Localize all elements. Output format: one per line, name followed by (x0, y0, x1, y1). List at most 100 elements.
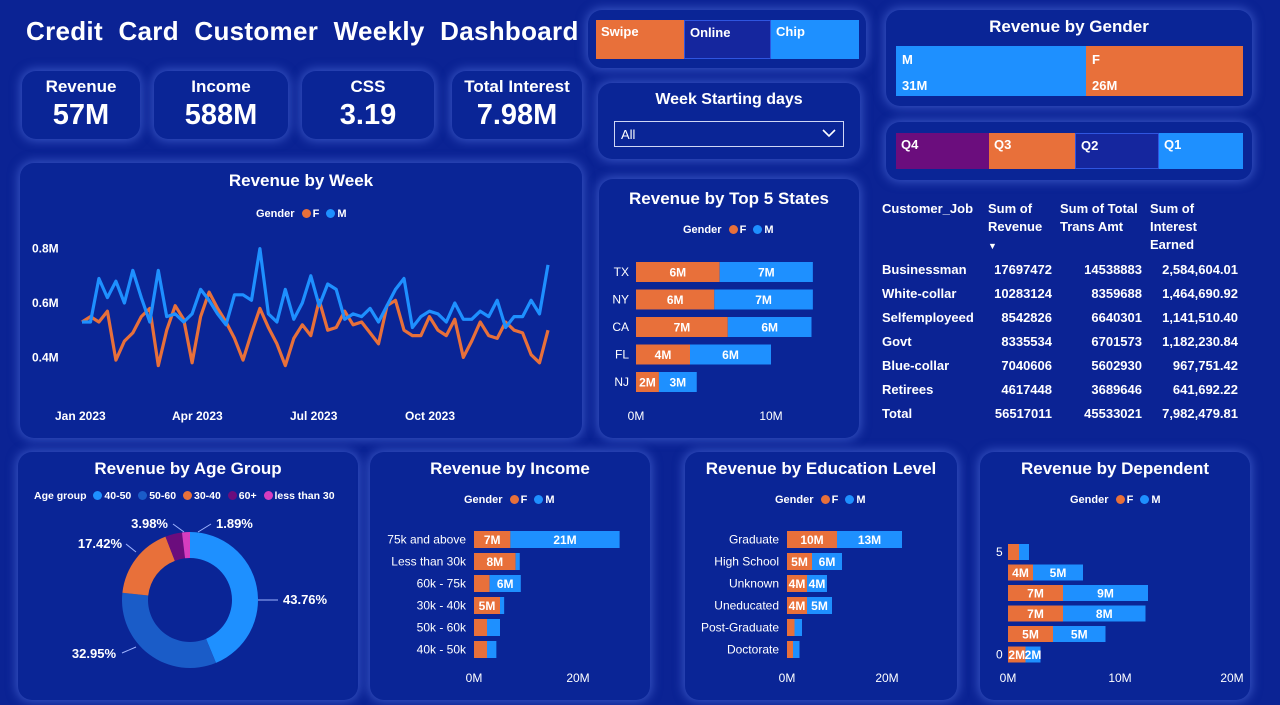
x-tick-label: 10M (1108, 671, 1131, 685)
data-label: 7M (755, 293, 772, 307)
category-label: High School (714, 555, 779, 569)
data-label: 7M (484, 533, 501, 547)
data-label: 10M (800, 533, 823, 547)
bar-m (794, 619, 802, 636)
x-tick-label: 0M (628, 409, 645, 423)
gender-segment-f[interactable]: F 26M (1086, 46, 1243, 96)
data-label: 5M (791, 555, 808, 569)
table-row[interactable]: White-collar 10283124 8359688 1,464,690.92 (878, 281, 1242, 305)
col-header-interest[interactable]: Sum of Interest Earned (1146, 198, 1242, 257)
x-tick-label: Jul 2023 (290, 409, 338, 423)
week-dropdown[interactable]: All (614, 121, 844, 147)
segment-name: F (1092, 52, 1100, 67)
y-tick-label: 0 (996, 648, 1003, 662)
kpi-revenue-card: Revenue 57M (22, 71, 140, 139)
table-cell: White-collar (882, 285, 957, 301)
bar-m (487, 619, 500, 636)
category-label: CA (612, 320, 629, 334)
leader-line (121, 646, 137, 654)
revenue-by-income-card: Revenue by Income Gender F M 75k and abo… (370, 452, 650, 700)
data-label: 7M (674, 321, 691, 335)
segment-name: M (902, 52, 913, 67)
slicer-online[interactable]: Online (684, 20, 771, 59)
slicer-q1[interactable]: Q1 (1159, 133, 1243, 169)
data-label: 32.95% (72, 646, 117, 661)
bar-f (474, 619, 487, 636)
x-tick-label: 10M (759, 409, 782, 423)
table-cell: 1,182,230.84 (1162, 333, 1238, 349)
data-label: 4M (655, 348, 672, 362)
bar-f (1008, 544, 1019, 560)
sort-desc-icon: ▼ (988, 241, 997, 251)
slicer-chip[interactable]: Chip (771, 20, 859, 59)
gender-revenue-card: Revenue by Gender M 31M F 26M (886, 10, 1252, 106)
data-label: 2M (1025, 648, 1042, 662)
data-label: 17.42% (78, 536, 123, 551)
data-label: 21M (553, 533, 576, 547)
kpi-css-card: CSS 3.19 (302, 71, 434, 139)
data-label: 6M (667, 293, 684, 307)
data-label: 4M (789, 599, 806, 613)
revenue-by-education-card: Revenue by Education Level Gender F M Gr… (685, 452, 957, 700)
table-cell: 3689646 (1091, 381, 1142, 397)
card-type-slicer: Swipe Online Chip (588, 10, 866, 68)
col-header-job[interactable]: Customer_Job (878, 198, 984, 257)
x-tick-label: Jan 2023 (55, 409, 106, 423)
slicer-q4[interactable]: Q4 (896, 133, 989, 169)
col-header-revenue[interactable]: Sum of Revenue ▼ (984, 198, 1056, 257)
kpi-label: Income (191, 77, 251, 96)
data-label: 2M (639, 376, 656, 390)
data-label: 5M (1050, 566, 1067, 580)
week-filter-label: Week Starting days (655, 91, 803, 108)
table-cell: 8335534 (1001, 333, 1052, 349)
table-row[interactable]: Selfemployeed 8542826 6640301 1,141,510.40 (878, 305, 1242, 329)
data-label: 5M (1022, 628, 1039, 642)
table-total-row[interactable]: Total 56517011 45533021 7,982,479.81 (878, 401, 1242, 425)
slicer-q3[interactable]: Q3 (989, 133, 1075, 169)
data-label: 6M (819, 555, 836, 569)
table-row[interactable]: Blue-collar 7040606 5602930 967,751.42 (878, 353, 1242, 377)
revenue-by-education-chart: Graduate 10M 13MHigh School 5M 6MUnknown 4M 4M… (701, 531, 902, 685)
category-label: Uneducated (714, 599, 779, 613)
table-cell: Total (882, 405, 913, 421)
x-tick-label: 0M (779, 671, 796, 685)
table-cell: 17697472 (994, 261, 1052, 277)
kpi-income-card: Income 588M (154, 71, 288, 139)
bar-f (474, 641, 487, 658)
data-label: 13M (858, 533, 881, 547)
data-label: 6M (761, 321, 778, 335)
data-label: 3M (670, 376, 687, 390)
kpi-label: Total Interest (464, 77, 570, 96)
y-tick-label: 5 (996, 545, 1003, 559)
chevron-down-icon (821, 125, 837, 146)
table-row[interactable]: Govt 8335534 6701573 1,182,230.84 (878, 329, 1242, 353)
x-tick-label: 20M (566, 671, 589, 685)
table-cell: 6701573 (1091, 333, 1142, 349)
category-label: Less than 30k (391, 555, 467, 569)
table-cell: 7040606 (1001, 357, 1052, 373)
bar-m (487, 641, 497, 658)
table-row[interactable]: Retirees 4617448 3689646 641,692.22 (878, 377, 1242, 401)
col-header-trans[interactable]: Sum of Total Trans Amt (1056, 198, 1146, 257)
category-label: TX (614, 265, 629, 279)
table-row[interactable]: Businessman 17697472 14538883 2,584,604.01 (878, 257, 1242, 281)
kpi-value: 3.19 (339, 99, 397, 131)
category-label: NJ (614, 375, 629, 389)
gender-segment-m[interactable]: M 31M (896, 46, 1086, 96)
x-tick-label: 20M (875, 671, 898, 685)
slicer-swipe[interactable]: Swipe (596, 20, 684, 59)
kpi-interest-card: Total Interest 7.98M (452, 71, 582, 139)
data-label: 8M (486, 555, 503, 569)
data-label: 8M (1096, 607, 1113, 621)
bar-m (1019, 544, 1029, 560)
revenue-by-week-card: Revenue by Week Gender F M 0.8M 0.6M 0.4M J… (20, 163, 582, 438)
table-cell: Businessman (882, 261, 967, 277)
data-label: 4M (1012, 566, 1029, 580)
kpi-value: 7.98M (476, 99, 558, 131)
table-cell: 5602930 (1091, 357, 1142, 373)
slicer-q2[interactable]: Q2 (1075, 133, 1159, 169)
data-label: 7M (1027, 607, 1044, 621)
category-label: 30k - 40k (417, 599, 467, 613)
table-cell: 45533021 (1084, 405, 1142, 421)
table-cell: Retirees (882, 381, 934, 397)
